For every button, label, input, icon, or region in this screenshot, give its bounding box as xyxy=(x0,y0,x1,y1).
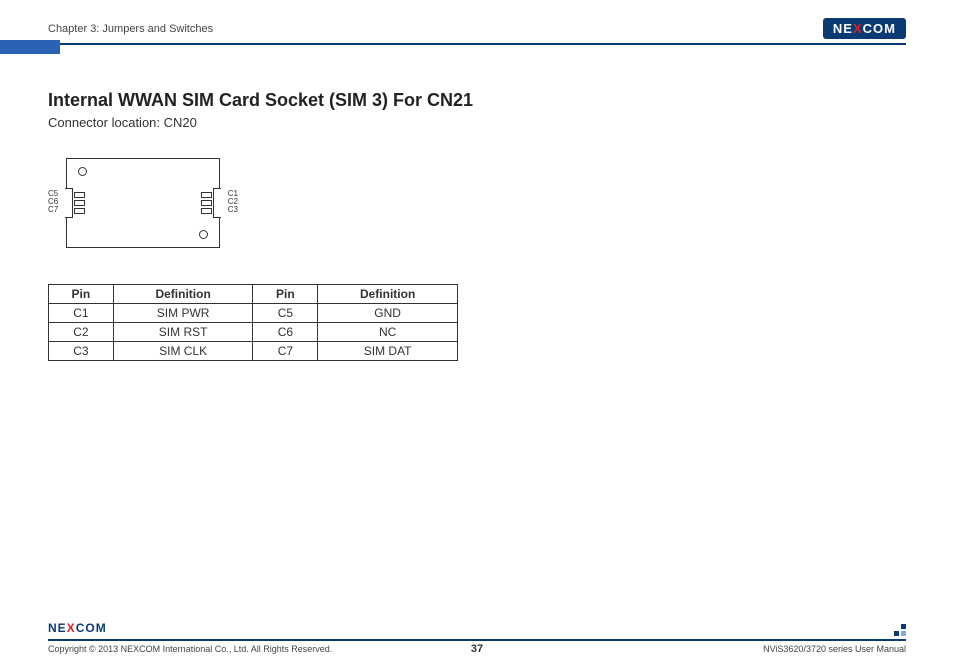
section-subtitle: Connector location: CN20 xyxy=(48,115,906,130)
table-header-row: Pin Definition Pin Definition xyxy=(49,285,458,304)
sim-outline xyxy=(66,158,220,248)
table-row: C2 SIM RST C6 NC xyxy=(49,323,458,342)
manual-name: NViS3620/3720 series User Manual xyxy=(763,644,906,654)
col-definition: Definition xyxy=(318,285,458,304)
logo-part-left: NE xyxy=(833,21,853,36)
table-row: C3 SIM CLK C7 SIM DAT xyxy=(49,342,458,361)
hole-top-left xyxy=(78,167,87,176)
col-definition: Definition xyxy=(113,285,253,304)
header-accent-bar xyxy=(0,40,60,54)
pad-c2 xyxy=(201,200,212,206)
pad-c1 xyxy=(201,192,212,198)
footer-ornament xyxy=(892,624,906,638)
page-footer: NEXCOM Copyright © 2013 NEXCOM Internati… xyxy=(48,639,906,654)
pin-definition-table: Pin Definition Pin Definition C1 SIM PWR… xyxy=(48,284,458,361)
table-row: C1 SIM PWR C5 GND xyxy=(49,304,458,323)
pad-c7 xyxy=(74,208,85,214)
pin-label: C3 xyxy=(228,205,238,214)
chapter-title: Chapter 3: Jumpers and Switches xyxy=(48,23,213,35)
pad-c3 xyxy=(201,208,212,214)
pad-c5 xyxy=(74,192,85,198)
nexcom-logo: NEXCOM xyxy=(823,18,906,39)
page-number: 37 xyxy=(471,643,483,655)
section-title: Internal WWAN SIM Card Socket (SIM 3) Fo… xyxy=(48,90,906,111)
col-pin: Pin xyxy=(49,285,114,304)
col-pin: Pin xyxy=(253,285,318,304)
page-header: Chapter 3: Jumpers and Switches NEXCOM xyxy=(48,18,906,45)
pin-label: C7 xyxy=(48,205,58,214)
logo-part-x: X xyxy=(853,21,863,36)
content-area: Internal WWAN SIM Card Socket (SIM 3) Fo… xyxy=(48,90,906,361)
copyright-text: Copyright © 2013 NEXCOM International Co… xyxy=(48,644,332,654)
hole-bottom-right xyxy=(199,230,208,239)
footer-logo: NEXCOM xyxy=(48,621,107,635)
connector-diagram: C5 C6 C7 C1 C2 C3 xyxy=(48,158,238,248)
logo-part-right: COM xyxy=(863,21,896,36)
pad-c6 xyxy=(74,200,85,206)
